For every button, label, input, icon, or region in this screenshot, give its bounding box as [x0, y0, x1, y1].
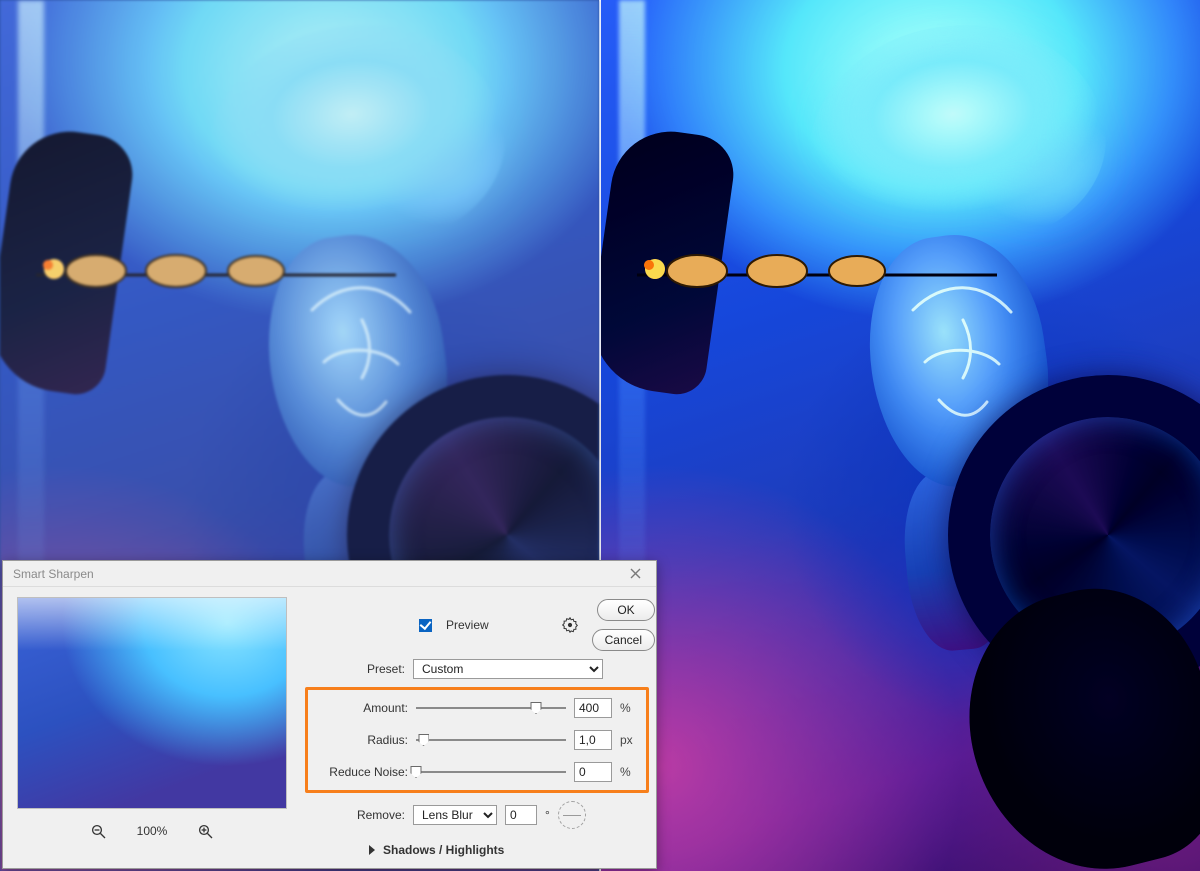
preset-select[interactable]: Custom	[413, 659, 603, 679]
smart-sharpen-dialog: Smart Sharpen 100%	[2, 560, 657, 869]
dialog-titlebar[interactable]: Smart Sharpen	[3, 561, 656, 587]
close-icon[interactable]	[620, 563, 650, 585]
noise-unit: %	[620, 765, 638, 779]
angle-dial[interactable]	[558, 801, 586, 829]
after-pane	[601, 0, 1200, 871]
amount-slider[interactable]	[416, 700, 566, 716]
amount-field[interactable]	[574, 698, 612, 718]
preview-label: Preview	[446, 618, 489, 632]
noise-field[interactable]	[574, 762, 612, 782]
remove-angle-field[interactable]	[505, 805, 537, 825]
gear-icon[interactable]	[562, 617, 578, 633]
radius-slider[interactable]	[416, 732, 566, 748]
amount-label: Amount:	[308, 701, 408, 715]
amount-unit: %	[620, 701, 638, 715]
shadows-highlights-toggle[interactable]: Shadows / Highlights	[369, 843, 655, 857]
zoom-level: 100%	[137, 824, 168, 838]
radius-field[interactable]	[574, 730, 612, 750]
radius-unit: px	[620, 733, 638, 747]
comparison-stage: Smart Sharpen 100%	[0, 0, 1200, 871]
shadows-highlights-label: Shadows / Highlights	[383, 843, 504, 857]
chevron-right-icon	[369, 845, 375, 855]
remove-angle-unit: °	[545, 808, 550, 822]
zoom-out-icon[interactable]	[91, 823, 107, 839]
noise-slider[interactable]	[416, 764, 566, 780]
remove-label: Remove:	[305, 808, 405, 822]
dialog-title: Smart Sharpen	[13, 567, 94, 581]
preset-label: Preset:	[305, 662, 405, 676]
noise-label: Reduce Noise:	[308, 765, 408, 779]
ok-button[interactable]: OK	[597, 599, 655, 621]
preview-checkbox[interactable]	[419, 619, 432, 632]
cancel-button[interactable]: Cancel	[592, 629, 655, 651]
radius-label: Radius:	[308, 733, 408, 747]
zoom-in-icon[interactable]	[197, 823, 213, 839]
remove-select[interactable]: Lens Blur	[413, 805, 497, 825]
preview-thumbnail[interactable]	[17, 597, 287, 809]
highlighted-params: Amount: % Radius: px	[305, 687, 649, 793]
